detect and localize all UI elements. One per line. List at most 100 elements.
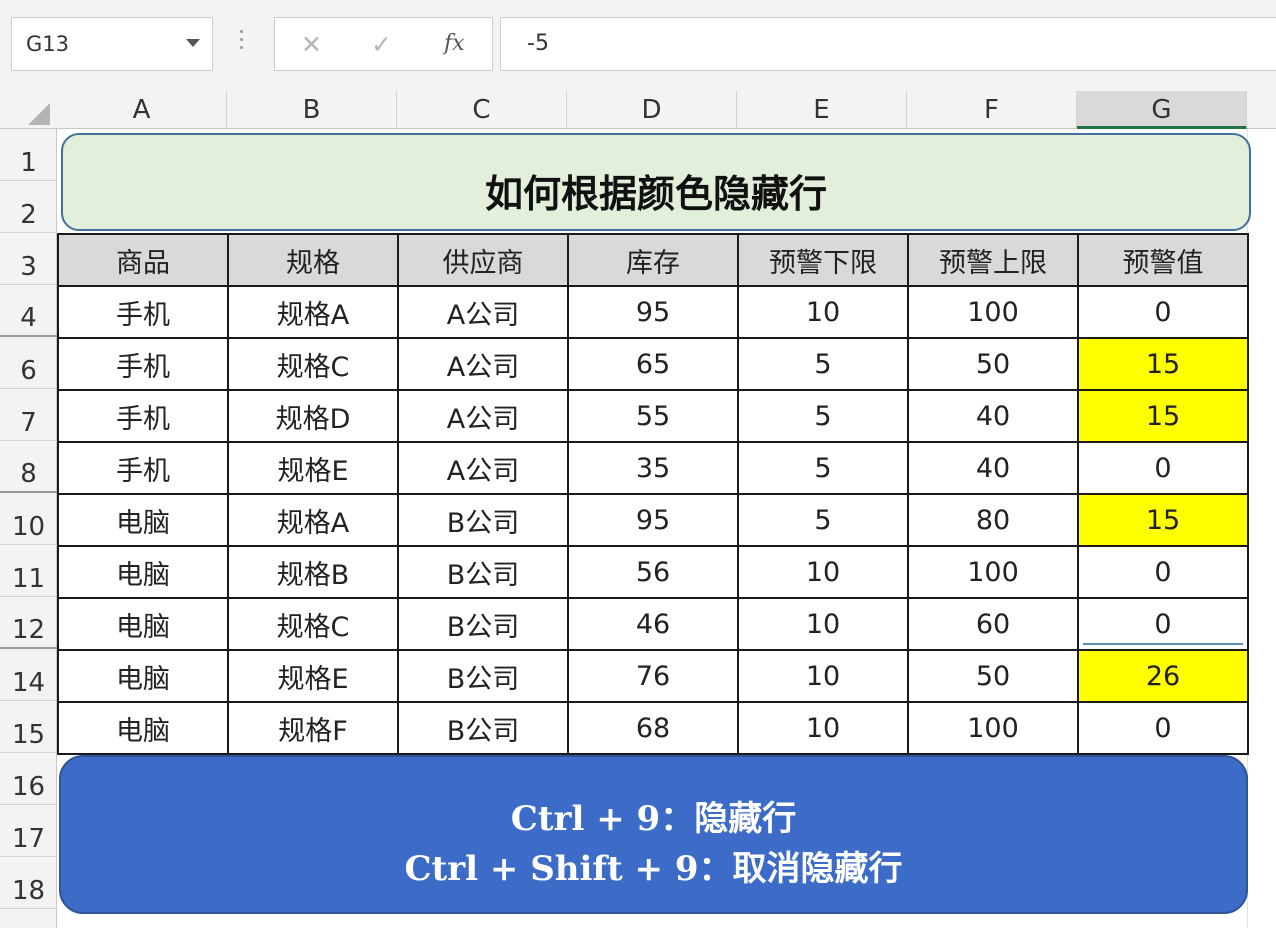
table-cell[interactable]: 10 <box>737 597 909 651</box>
table-cell[interactable]: 10 <box>737 285 909 339</box>
table-cell[interactable]: 手机 <box>57 441 229 495</box>
table-cell[interactable]: B公司 <box>397 597 569 651</box>
table-cell[interactable]: 40 <box>907 389 1079 443</box>
table-cell[interactable]: 规格D <box>227 389 399 443</box>
table-cell[interactable]: 5 <box>737 493 909 547</box>
table-cell[interactable]: 电脑 <box>57 649 229 703</box>
column-header-f[interactable]: F <box>907 91 1077 129</box>
table-cell[interactable]: 电脑 <box>57 597 229 651</box>
name-box-value[interactable]: G13 <box>26 32 69 56</box>
row-header-10[interactable]: 10 <box>0 493 57 545</box>
table-cell[interactable]: 规格C <box>227 337 399 391</box>
table-cell[interactable]: 76 <box>567 649 739 703</box>
header-cell-stock[interactable]: 库存 <box>567 233 739 287</box>
table-cell[interactable]: 规格A <box>227 493 399 547</box>
table-cell[interactable]: 电脑 <box>57 701 229 755</box>
column-header-c[interactable]: C <box>397 91 567 129</box>
table-cell[interactable]: 5 <box>737 441 909 495</box>
row-header-6[interactable]: 6 <box>0 337 57 389</box>
row-header-2[interactable]: 2 <box>0 181 57 233</box>
table-cell[interactable]: 95 <box>567 493 739 547</box>
warning-value-cell[interactable]: 0 <box>1077 285 1249 339</box>
warning-value-cell-highlighted[interactable]: 26 <box>1077 649 1249 703</box>
warning-value-cell-highlighted[interactable]: 15 <box>1077 493 1249 547</box>
warning-value-cell[interactable]: 0 <box>1077 545 1249 599</box>
header-cell-supplier[interactable]: 供应商 <box>397 233 569 287</box>
name-box[interactable]: G13 <box>11 17 213 71</box>
table-cell[interactable]: 50 <box>907 337 1079 391</box>
table-cell[interactable]: B公司 <box>397 701 569 755</box>
table-cell[interactable]: 55 <box>567 389 739 443</box>
table-cell[interactable]: A公司 <box>397 389 569 443</box>
warning-value-cell-highlighted[interactable]: 15 <box>1077 389 1249 443</box>
table-cell[interactable]: 手机 <box>57 389 229 443</box>
table-cell[interactable]: 规格E <box>227 441 399 495</box>
warning-value-cell[interactable]: 0 <box>1077 597 1249 651</box>
column-header-g[interactable]: G <box>1077 91 1247 129</box>
warning-value-cell-highlighted[interactable]: 15 <box>1077 337 1249 391</box>
row-header-7[interactable]: 7 <box>0 389 57 441</box>
chevron-down-icon[interactable] <box>186 39 200 47</box>
table-cell[interactable]: 电脑 <box>57 545 229 599</box>
row-header-12[interactable]: 12 <box>0 597 57 649</box>
table-cell[interactable]: A公司 <box>397 441 569 495</box>
warning-value-cell[interactable]: 0 <box>1077 701 1249 755</box>
table-cell[interactable]: 68 <box>567 701 739 755</box>
row-header-17[interactable]: 17 <box>0 805 57 857</box>
column-header-b[interactable]: B <box>227 91 397 129</box>
table-cell[interactable]: 100 <box>907 545 1079 599</box>
column-header-d[interactable]: D <box>567 91 737 129</box>
table-cell[interactable]: A公司 <box>397 285 569 339</box>
header-cell-product[interactable]: 商品 <box>57 233 229 287</box>
row-header-11[interactable]: 11 <box>0 545 57 597</box>
table-cell[interactable]: B公司 <box>397 493 569 547</box>
column-header-a[interactable]: A <box>57 91 227 129</box>
table-cell[interactable]: 5 <box>737 389 909 443</box>
table-cell[interactable]: 65 <box>567 337 739 391</box>
formula-input[interactable]: -5 <box>500 17 1276 71</box>
table-cell[interactable]: 60 <box>907 597 1079 651</box>
table-cell[interactable]: 35 <box>567 441 739 495</box>
table-cell[interactable]: 规格B <box>227 545 399 599</box>
close-icon[interactable]: ✕ <box>301 30 322 59</box>
table-cell[interactable]: 80 <box>907 493 1079 547</box>
table-cell[interactable]: 电脑 <box>57 493 229 547</box>
row-header-18[interactable]: 18 <box>0 857 57 909</box>
warning-value-cell[interactable]: 0 <box>1077 441 1249 495</box>
table-cell[interactable]: 40 <box>907 441 1079 495</box>
table-cell[interactable]: 56 <box>567 545 739 599</box>
table-cell[interactable]: 100 <box>907 285 1079 339</box>
table-cell[interactable]: 46 <box>567 597 739 651</box>
table-cell[interactable]: 10 <box>737 545 909 599</box>
row-header-1[interactable]: 1 <box>0 129 57 181</box>
row-header-16[interactable]: 16 <box>0 753 57 805</box>
row-header-15[interactable]: 15 <box>0 701 57 753</box>
header-cell-spec[interactable]: 规格 <box>227 233 399 287</box>
row-header-14[interactable]: 14 <box>0 649 57 701</box>
drag-handle-icon[interactable] <box>240 30 244 56</box>
table-cell[interactable]: 5 <box>737 337 909 391</box>
table-cell[interactable]: 规格E <box>227 649 399 703</box>
header-cell-upper-limit[interactable]: 预警上限 <box>907 233 1079 287</box>
table-cell[interactable]: 10 <box>737 649 909 703</box>
table-cell[interactable]: 50 <box>907 649 1079 703</box>
table-cell[interactable]: 95 <box>567 285 739 339</box>
row-header-3[interactable]: 3 <box>0 233 57 285</box>
function-icon[interactable]: fx <box>444 31 465 56</box>
table-cell[interactable]: B公司 <box>397 545 569 599</box>
table-cell[interactable]: 手机 <box>57 337 229 391</box>
row-header-4[interactable]: 4 <box>0 285 57 337</box>
shortcut-banner[interactable]: Ctrl + 9：隐藏行 Ctrl + Shift + 9：取消隐藏行 <box>59 755 1248 914</box>
table-cell[interactable]: 规格F <box>227 701 399 755</box>
table-cell[interactable]: 100 <box>907 701 1079 755</box>
column-header-e[interactable]: E <box>737 91 907 129</box>
check-icon[interactable]: ✓ <box>371 30 392 59</box>
table-cell[interactable]: A公司 <box>397 337 569 391</box>
table-cell[interactable]: 规格C <box>227 597 399 651</box>
table-cell[interactable]: 手机 <box>57 285 229 339</box>
table-cell[interactable]: B公司 <box>397 649 569 703</box>
formula-value[interactable]: -5 <box>527 31 549 56</box>
header-cell-warning-value[interactable]: 预警值 <box>1077 233 1249 287</box>
row-header-8[interactable]: 8 <box>0 441 57 493</box>
select-all-icon[interactable] <box>28 103 50 125</box>
